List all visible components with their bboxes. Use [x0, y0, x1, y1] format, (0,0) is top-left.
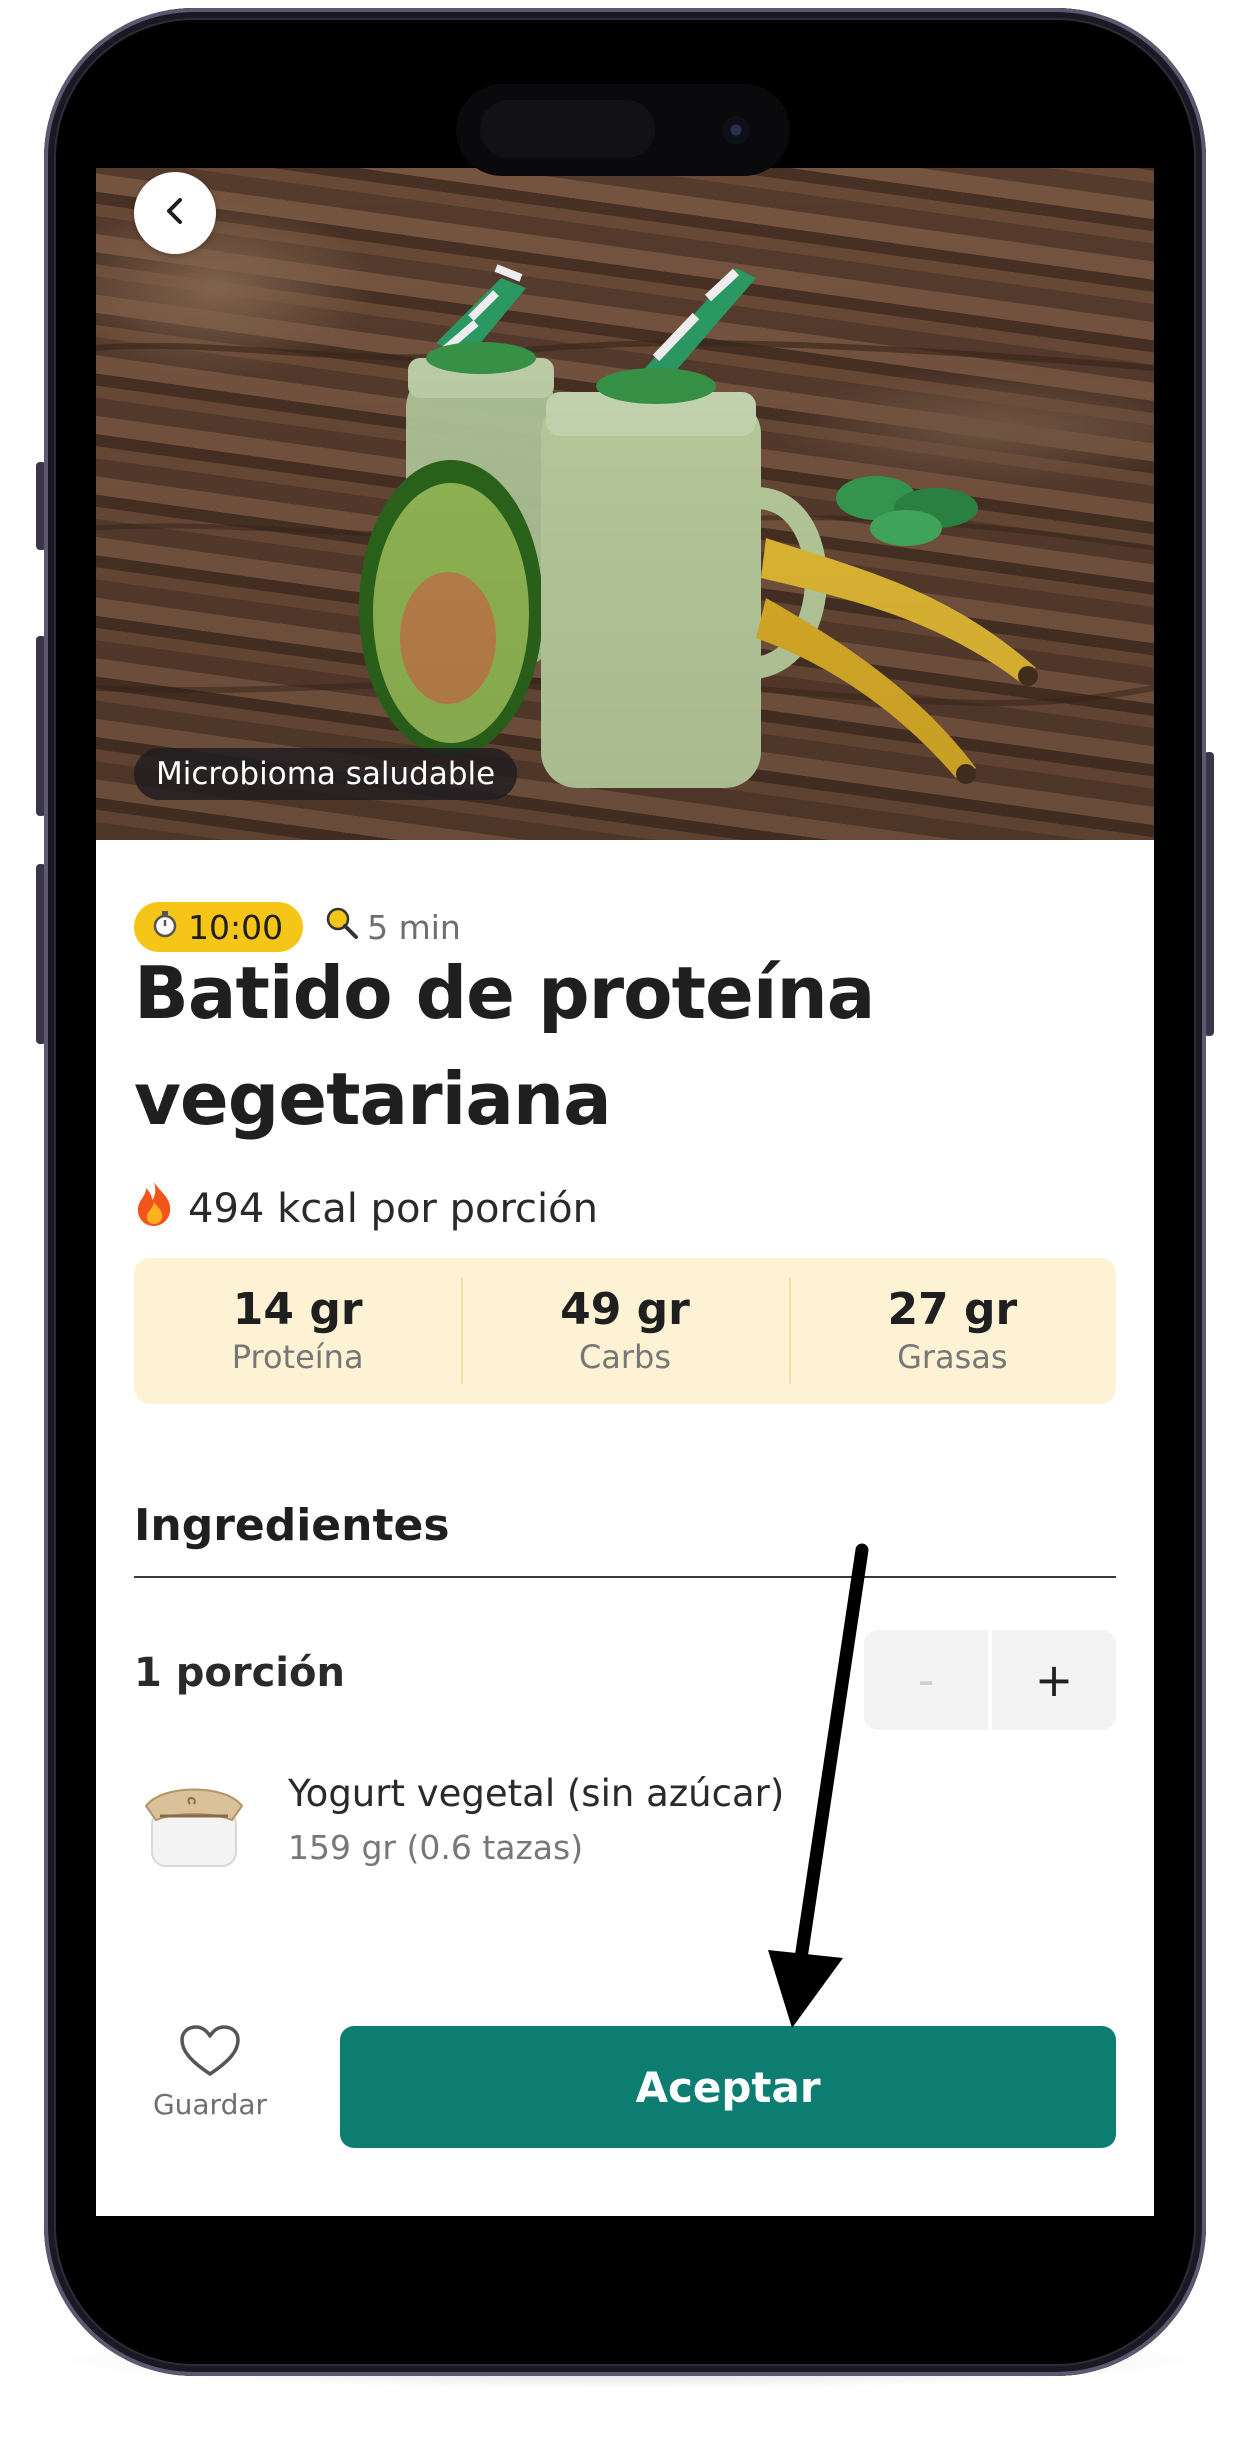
face-id-sensor	[480, 100, 655, 158]
macro-fats: 27 gr Grasas	[788, 1258, 1116, 1404]
macro-label: Proteína	[231, 1338, 364, 1376]
calories-value: 494 kcal por porción	[188, 1186, 598, 1232]
portion-label: 1 porción	[134, 1650, 345, 1696]
ingredient-quantity: 159 gr (0.6 tazas)	[288, 1828, 584, 1867]
macro-value: 27 gr	[887, 1284, 1018, 1335]
recipe-title: Batido de proteína vegetariana	[134, 940, 1116, 1152]
macro-value: 14 gr	[232, 1284, 363, 1335]
recipe-title-line1: Batido de proteína	[134, 951, 875, 1035]
macros-panel: 14 gr Proteína 49 gr Carbs 27 gr Grasas	[134, 1258, 1116, 1404]
front-camera	[722, 116, 750, 144]
ingredient-name: Yogurt vegetal (sin azúcar)	[288, 1772, 785, 1815]
calories-row: 494 kcal por porción	[134, 1180, 598, 1238]
save-label: Guardar	[152, 2088, 268, 2121]
section-divider	[134, 1576, 1116, 1578]
recipe-hero-image: Microbioma saludable	[96, 168, 1154, 840]
macro-value: 49 gr	[560, 1284, 690, 1335]
fire-icon	[134, 1180, 174, 1238]
heart-icon	[179, 2024, 241, 2082]
app-screen: Microbioma saludable 10:00 5 min Batido …	[96, 168, 1154, 2216]
yogurt-jar-image	[142, 1776, 246, 1872]
macro-protein: 14 gr Proteína	[134, 1258, 461, 1404]
back-button[interactable]	[134, 172, 216, 254]
increase-portion-button[interactable]: +	[992, 1630, 1116, 1730]
decrease-portion-button[interactable]: -	[864, 1630, 988, 1730]
bottom-action-bar: Guardar Aceptar	[96, 1984, 1154, 2216]
accept-button[interactable]: Aceptar	[340, 2026, 1116, 2148]
macro-label: Grasas	[897, 1338, 1008, 1376]
portion-stepper: - +	[864, 1630, 1116, 1730]
hero-shade	[96, 168, 1154, 840]
ingredients-heading: Ingredientes	[134, 1500, 450, 1551]
macro-carbs: 49 gr Carbs	[461, 1258, 788, 1404]
category-badge: Microbioma saludable	[134, 748, 518, 800]
save-button[interactable]: Guardar	[140, 2024, 280, 2144]
ingredient-item[interactable]: Yogurt vegetal (sin azúcar) 159 gr (0.6 …	[134, 1766, 1116, 1906]
macro-label: Carbs	[578, 1338, 672, 1376]
recipe-title-line2: vegetariana	[134, 1057, 612, 1141]
chevron-left-icon	[158, 194, 192, 232]
